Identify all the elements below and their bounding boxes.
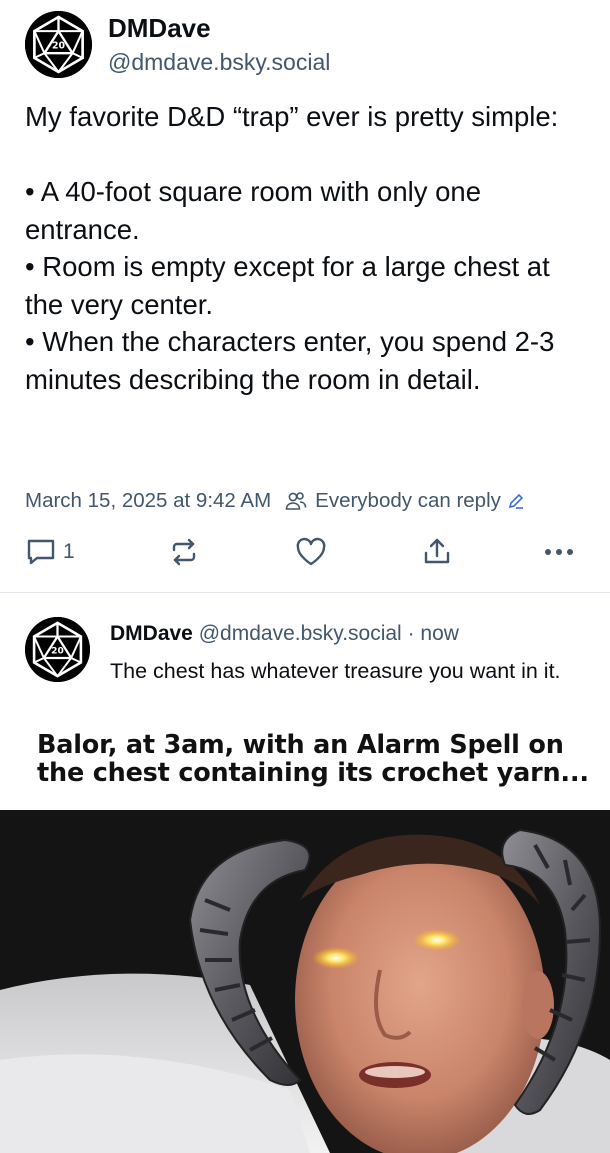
d20-dice-icon: 20 bbox=[25, 11, 92, 78]
post-text-blank-line bbox=[25, 136, 595, 174]
share-upload-icon bbox=[421, 536, 453, 568]
post-actions: 1 bbox=[0, 530, 610, 576]
like-button[interactable] bbox=[295, 530, 327, 574]
demon-face-photo bbox=[0, 810, 610, 1153]
reply-author-handle[interactable]: @dmdave.bsky.social bbox=[199, 622, 402, 645]
svg-text:20: 20 bbox=[52, 41, 66, 52]
post-text-line: My favorite D&D “trap” ever is pretty si… bbox=[25, 101, 559, 132]
post-divider bbox=[0, 592, 610, 593]
post-text: My favorite D&D “trap” ever is pretty si… bbox=[25, 98, 595, 398]
more-dots-icon bbox=[543, 547, 575, 557]
reply-author-avatar[interactable]: 20 bbox=[25, 617, 90, 682]
reply-header: DMDave @dmdave.bsky.social · now bbox=[110, 622, 459, 646]
post-text-line: • A 40-foot square room with only one en… bbox=[25, 176, 482, 245]
speech-bubble-icon bbox=[25, 537, 57, 567]
post-timestamp: March 15, 2025 at 9:42 AM bbox=[25, 489, 272, 512]
more-options-button[interactable] bbox=[543, 530, 575, 574]
repost-button[interactable] bbox=[168, 530, 200, 574]
post-text-line: • Room is empty except for a large chest… bbox=[25, 251, 550, 320]
repost-arrows-icon bbox=[168, 536, 200, 568]
pencil-icon[interactable] bbox=[507, 492, 525, 510]
post-text-line: • When the characters enter, you spend 2… bbox=[25, 326, 555, 395]
meme-photo bbox=[0, 810, 610, 1153]
reply-text: The chest has whatever treasure you want… bbox=[110, 659, 561, 683]
reply-count: 1 bbox=[63, 540, 75, 563]
reply-setting-link[interactable]: Everybody can reply bbox=[315, 489, 501, 513]
svg-text:20: 20 bbox=[51, 646, 64, 656]
reply-button[interactable]: 1 bbox=[25, 530, 75, 574]
post-meta: March 15, 2025 at 9:42 AM Everybody can … bbox=[25, 489, 525, 513]
d20-dice-icon: 20 bbox=[25, 617, 90, 682]
share-button[interactable] bbox=[421, 530, 453, 574]
people-icon bbox=[285, 491, 307, 511]
meme-caption: Balor, at 3am, with an Alarm Spell on th… bbox=[37, 730, 589, 788]
reply-author-name[interactable]: DMDave bbox=[110, 622, 193, 645]
author-handle[interactable]: @dmdave.bsky.social bbox=[108, 49, 330, 76]
main-post: 20 DMDave @dmdave.bsky.social My favorit… bbox=[0, 0, 610, 592]
heart-icon bbox=[295, 537, 327, 567]
reply-time: · now bbox=[407, 622, 459, 645]
author-name[interactable]: DMDave bbox=[108, 13, 211, 44]
author-avatar[interactable]: 20 bbox=[25, 11, 92, 78]
